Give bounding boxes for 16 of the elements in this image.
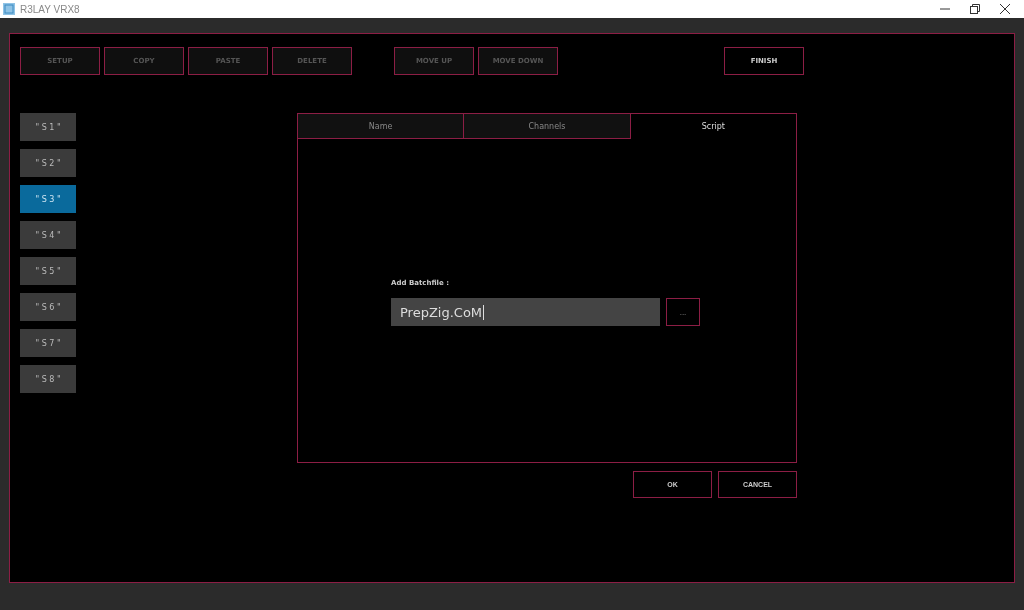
slot-button[interactable]: " S 4 ": [20, 221, 76, 249]
slot-button[interactable]: " S 7 ": [20, 329, 76, 357]
window-title: R3LAY VRX8: [20, 3, 80, 15]
restore-icon[interactable]: [970, 4, 980, 14]
app-icon: [3, 3, 15, 15]
close-icon[interactable]: [1000, 4, 1010, 14]
tab[interactable]: Channels: [464, 114, 631, 139]
browse-button[interactable]: ...: [666, 298, 700, 326]
tab[interactable]: Name: [298, 114, 465, 139]
slot-button[interactable]: " S 3 ": [20, 185, 76, 213]
slot-button[interactable]: " S 6 ": [20, 293, 76, 321]
slot-button[interactable]: " S 8 ": [20, 365, 76, 393]
slot-button[interactable]: " S 2 ": [20, 149, 76, 177]
slot-button[interactable]: " S 1 ": [20, 113, 76, 141]
batchfile-field[interactable]: PrepZig.CoM: [391, 298, 660, 326]
slot-button[interactable]: " S 5 ": [20, 257, 76, 285]
